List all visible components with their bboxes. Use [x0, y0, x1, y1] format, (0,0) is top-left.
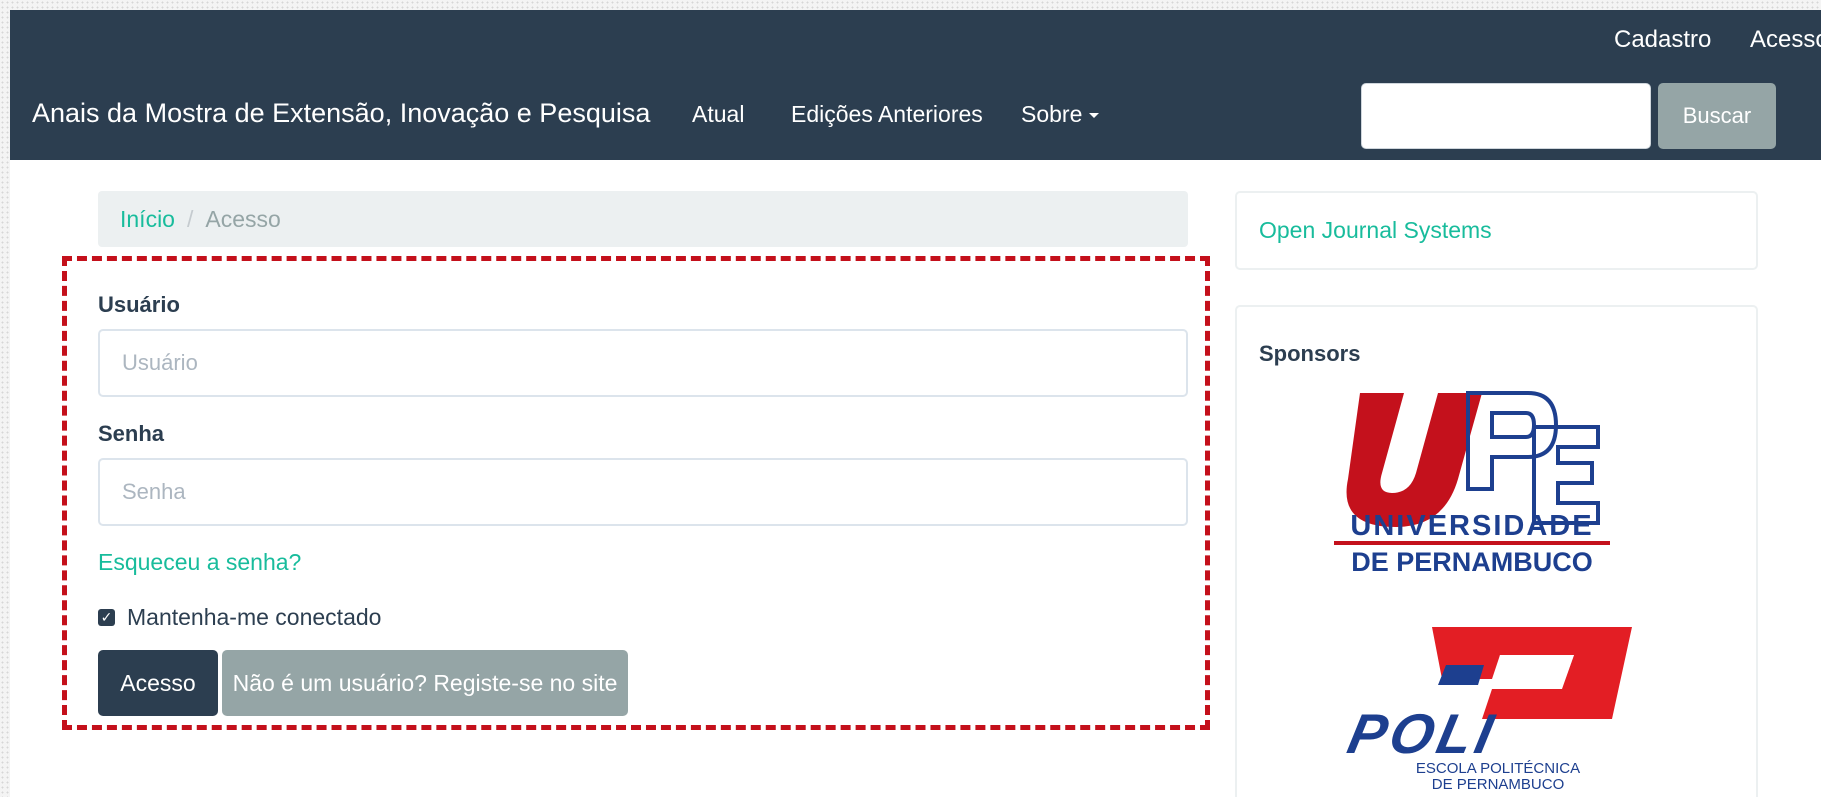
sponsors-title: Sponsors	[1259, 341, 1361, 366]
breadcrumb-home[interactable]: Início	[120, 206, 175, 233]
upe-logo-line2: DE PERNAMBUCO	[1351, 547, 1593, 577]
upe-logo[interactable]: UNIVERSIDADE DE PERNAMBUCO	[1332, 387, 1612, 582]
login-button[interactable]: Acesso	[98, 650, 218, 716]
page: Cadastro Acesso Anais da Mostra de Exten…	[10, 10, 1821, 797]
poli-logo-line1: ESCOLA POLITÉCNICA	[1416, 760, 1580, 777]
breadcrumb-current: Acesso	[205, 205, 281, 232]
search-button[interactable]: Buscar	[1658, 83, 1776, 149]
upe-logo-line1: UNIVERSIDADE	[1350, 510, 1593, 542]
breadcrumb: Início / Acesso	[98, 191, 1188, 247]
poli-wordmark: POLI	[1343, 703, 1503, 765]
site-title[interactable]: Anais da Mostra de Extensão, Inovação e …	[32, 98, 650, 129]
username-input[interactable]	[98, 329, 1188, 397]
checkbox-checked-icon[interactable]: ✓	[98, 609, 115, 626]
ojs-link[interactable]: Open Journal Systems	[1259, 217, 1492, 244]
poli-logo[interactable]: POLI ESCOLA POLITÉCNICA DE PERNAMBUCO	[1342, 627, 1632, 797]
poli-logo-line2: DE PERNAMBUCO	[1432, 776, 1565, 792]
forgot-password-link[interactable]: Esqueceu a senha?	[98, 549, 301, 576]
password-input[interactable]	[98, 458, 1188, 526]
password-label: Senha	[98, 421, 165, 446]
login-link[interactable]: Acesso	[1750, 26, 1821, 54]
register-link[interactable]: Cadastro	[1614, 26, 1711, 54]
ojs-panel: Open Journal Systems	[1235, 191, 1758, 270]
nav-archives[interactable]: Edições Anteriores	[791, 101, 983, 128]
username-label: Usuário	[98, 292, 180, 317]
sponsors-panel: Sponsors UNIVERSIDADE DE PERNAMBUCO POLI…	[1235, 305, 1758, 797]
breadcrumb-separator: /	[186, 205, 194, 232]
caret-down-icon	[1089, 113, 1100, 119]
site-header: Cadastro Acesso Anais da Mostra de Exten…	[10, 10, 1821, 160]
nav-current-issue[interactable]: Atual	[692, 101, 744, 128]
remember-me-label: Mantenha-me conectado	[127, 604, 382, 630]
remember-me[interactable]: ✓ Mantenha-me conectado	[98, 604, 381, 631]
nav-about-label: Sobre	[1021, 101, 1083, 127]
search-input[interactable]	[1361, 83, 1651, 149]
register-button[interactable]: Não é um usuário? Registe-se no site	[222, 650, 628, 716]
nav-about-dropdown[interactable]: Sobre	[1021, 101, 1100, 128]
